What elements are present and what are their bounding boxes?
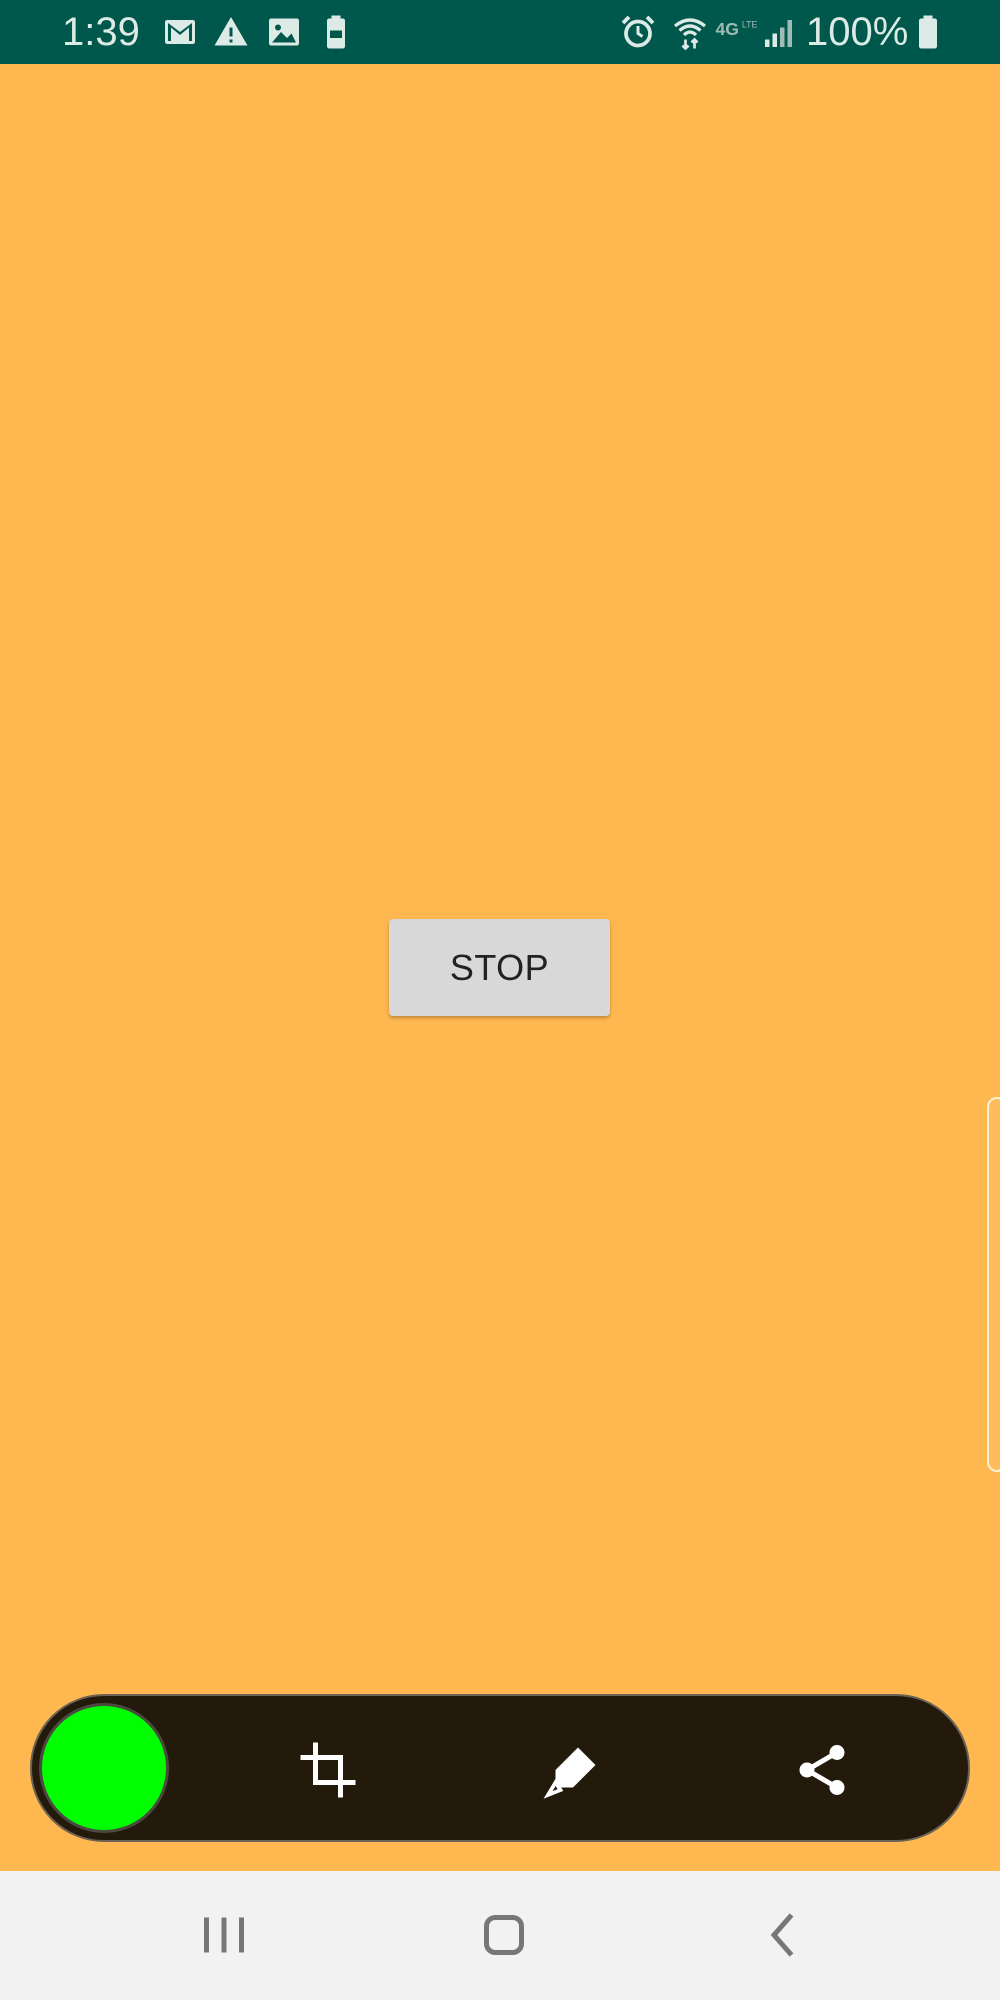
share-icon[interactable] — [792, 1740, 852, 1800]
alarm-icon — [621, 15, 655, 48]
edge-panel-handle[interactable] — [987, 1097, 1000, 1472]
back-icon[interactable] — [754, 1905, 814, 1965]
navigation-bar — [0, 1871, 1000, 2000]
stop-button[interactable]: STOP — [389, 919, 610, 1016]
lte-icon: 4G LTE — [715, 19, 758, 39]
wifi-icon — [673, 18, 707, 50]
battery-percentage: 100% — [806, 10, 909, 54]
home-icon[interactable] — [474, 1905, 534, 1965]
battery-icon — [919, 15, 937, 49]
warning-icon — [214, 17, 248, 46]
status-time: 1:39 — [62, 10, 140, 54]
image-icon — [269, 18, 299, 46]
recents-icon[interactable] — [194, 1905, 254, 1965]
floating-toolbar — [30, 1694, 970, 1842]
highlighter-icon[interactable] — [543, 1740, 603, 1800]
status-bar: 1:39 4G LTE 100% — [0, 0, 1000, 64]
crop-icon[interactable] — [298, 1740, 358, 1800]
svg-text:LTE: LTE — [742, 20, 758, 30]
svg-text:4G: 4G — [715, 19, 738, 39]
battery-saver-icon — [327, 15, 345, 49]
gmail-icon — [165, 20, 195, 44]
signal-icon — [765, 20, 792, 47]
record-indicator-button[interactable] — [39, 1703, 169, 1833]
